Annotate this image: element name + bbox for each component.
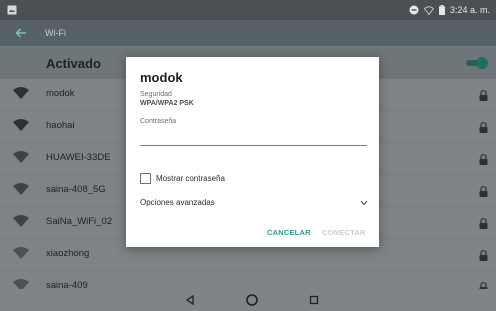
security-value: WPA/WPA2 PSK <box>140 100 194 107</box>
wifi-switch[interactable] <box>466 57 488 69</box>
back-triangle-icon[interactable] <box>183 293 197 307</box>
navigation-bar <box>0 289 496 311</box>
lock-icon <box>479 250 488 261</box>
network-name: haohai <box>46 120 75 131</box>
lock-icon <box>479 122 488 133</box>
advanced-options-label: Opciones avanzadas <box>140 198 215 207</box>
wifi-icon <box>13 215 29 227</box>
cancel-button[interactable]: CANCELAR <box>267 228 311 237</box>
wifi-icon <box>13 87 29 99</box>
back-arrow-icon[interactable] <box>14 26 28 40</box>
show-password-row[interactable]: Mostrar contraseña <box>140 173 225 184</box>
advanced-options-row[interactable]: Opciones avanzadas <box>140 197 368 209</box>
network-name: xiaozhong <box>46 248 90 259</box>
do-not-disturb-icon <box>409 5 419 15</box>
lock-icon <box>479 186 488 197</box>
app-bar: Wi-Fi <box>0 20 496 46</box>
dialog-title: modok <box>140 70 183 85</box>
wifi-icon <box>13 151 29 163</box>
password-input[interactable] <box>140 131 367 146</box>
wifi-icon <box>13 247 29 259</box>
battery-icon <box>438 5 445 15</box>
image-notification-icon <box>7 5 17 15</box>
show-password-label: Mostrar contraseña <box>156 174 225 183</box>
show-password-checkbox[interactable] <box>140 173 151 184</box>
lock-icon <box>479 154 488 165</box>
home-circle-icon[interactable] <box>245 293 259 307</box>
network-name: saina-408_5G <box>46 184 106 195</box>
network-name: modok <box>46 88 75 99</box>
status-icons: 3:24 a. m. <box>409 3 490 17</box>
status-bar: 3:24 a. m. <box>0 0 496 20</box>
page-title: Wi-Fi <box>45 28 66 38</box>
chevron-down-icon[interactable] <box>360 200 368 206</box>
wifi-icon <box>13 119 29 131</box>
network-name: HUAWEI-33DE <box>46 152 111 163</box>
switch-thumb <box>476 57 488 69</box>
status-time: 3:24 a. m. <box>449 5 490 15</box>
connect-button[interactable]: CONECTAR <box>322 228 366 237</box>
network-name: SaiNa_WiFi_02 <box>46 216 112 227</box>
password-label: Contraseña <box>140 118 177 125</box>
wifi-toggle-label: Activado <box>46 56 101 71</box>
security-label: Seguridad <box>140 91 172 98</box>
wifi-signal-icon <box>423 5 434 15</box>
wifi-icon <box>13 183 29 195</box>
recents-square-icon[interactable] <box>307 293 321 307</box>
wifi-password-dialog: modok Seguridad WPA/WPA2 PSK Contraseña … <box>126 57 379 247</box>
lock-icon <box>479 90 488 101</box>
lock-icon <box>479 218 488 229</box>
